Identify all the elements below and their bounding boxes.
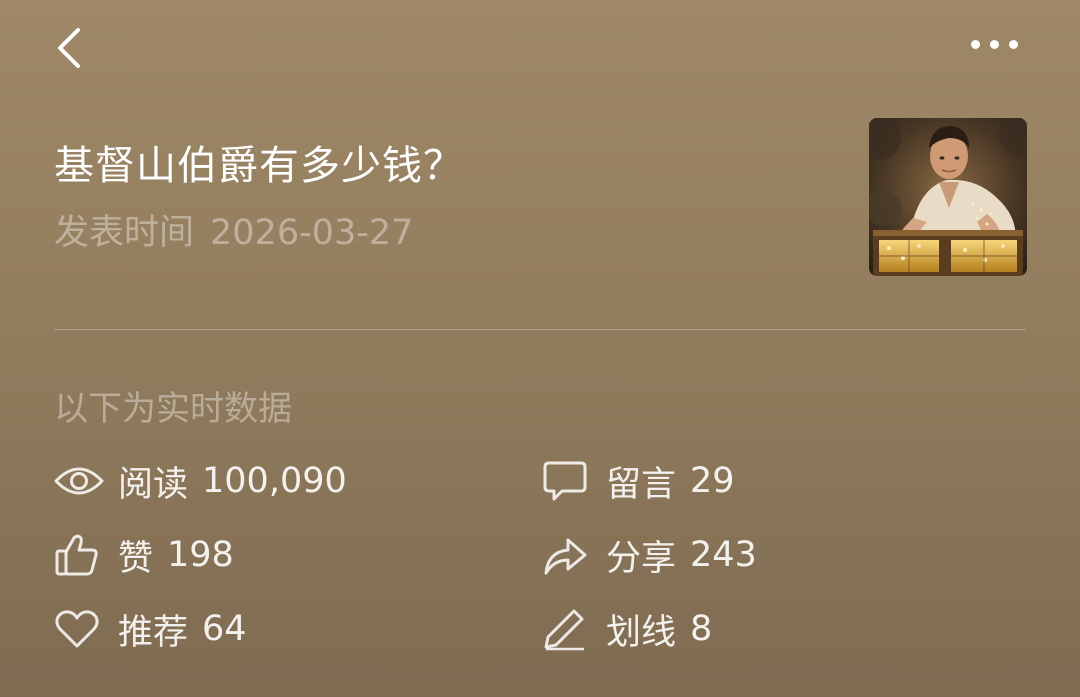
stat-recommends-value: 64	[202, 609, 247, 649]
article-cover-image[interactable]	[869, 118, 1027, 276]
stat-recommends: 推荐 64	[54, 599, 247, 659]
stat-comments-value: 29	[690, 461, 735, 501]
stat-highlights-label: 划线	[606, 612, 677, 653]
back-button[interactable]	[40, 14, 100, 74]
publish-info: 发表时间 2026-03-27	[54, 210, 413, 256]
stat-shares-value: 243	[690, 535, 757, 575]
stat-recommends-label: 推荐	[118, 612, 189, 653]
more-dot	[990, 40, 999, 49]
chevron-left-icon	[58, 28, 80, 68]
publish-date: 2026-03-27	[210, 213, 414, 253]
heart-icon	[54, 603, 106, 655]
stat-comments: 留言 29	[542, 451, 735, 511]
more-dots-icon	[971, 40, 980, 49]
article-stats-screen: 基督山伯爵有多少钱？ 发表时间 2026-03-27 以下为实时数据 阅读 10…	[0, 0, 1080, 697]
pen-icon	[542, 603, 594, 655]
divider	[54, 329, 1026, 330]
stat-likes: 赞 198	[54, 525, 234, 585]
more-dot	[1009, 40, 1018, 49]
comment-icon	[542, 455, 594, 507]
realtime-data-note: 以下为实时数据	[54, 389, 292, 429]
stat-likes-label: 赞	[118, 538, 154, 579]
stat-reads: 阅读 100,090	[54, 451, 347, 511]
publish-label: 发表时间	[54, 213, 195, 253]
stat-reads-label: 阅读	[118, 464, 189, 505]
stat-shares: 分享 243	[542, 525, 757, 585]
more-button[interactable]	[960, 22, 1030, 68]
stat-highlights-value: 8	[690, 609, 713, 649]
stat-highlights: 划线 8	[542, 599, 712, 659]
stat-comments-label: 留言	[606, 464, 677, 505]
thumbs-up-icon	[54, 529, 106, 581]
stat-likes-value: 198	[167, 535, 234, 575]
eye-icon	[54, 455, 106, 507]
stat-shares-label: 分享	[606, 538, 677, 579]
article-title: 基督山伯爵有多少钱？	[54, 143, 464, 189]
stat-reads-value: 100,090	[202, 461, 347, 501]
share-icon	[542, 529, 594, 581]
